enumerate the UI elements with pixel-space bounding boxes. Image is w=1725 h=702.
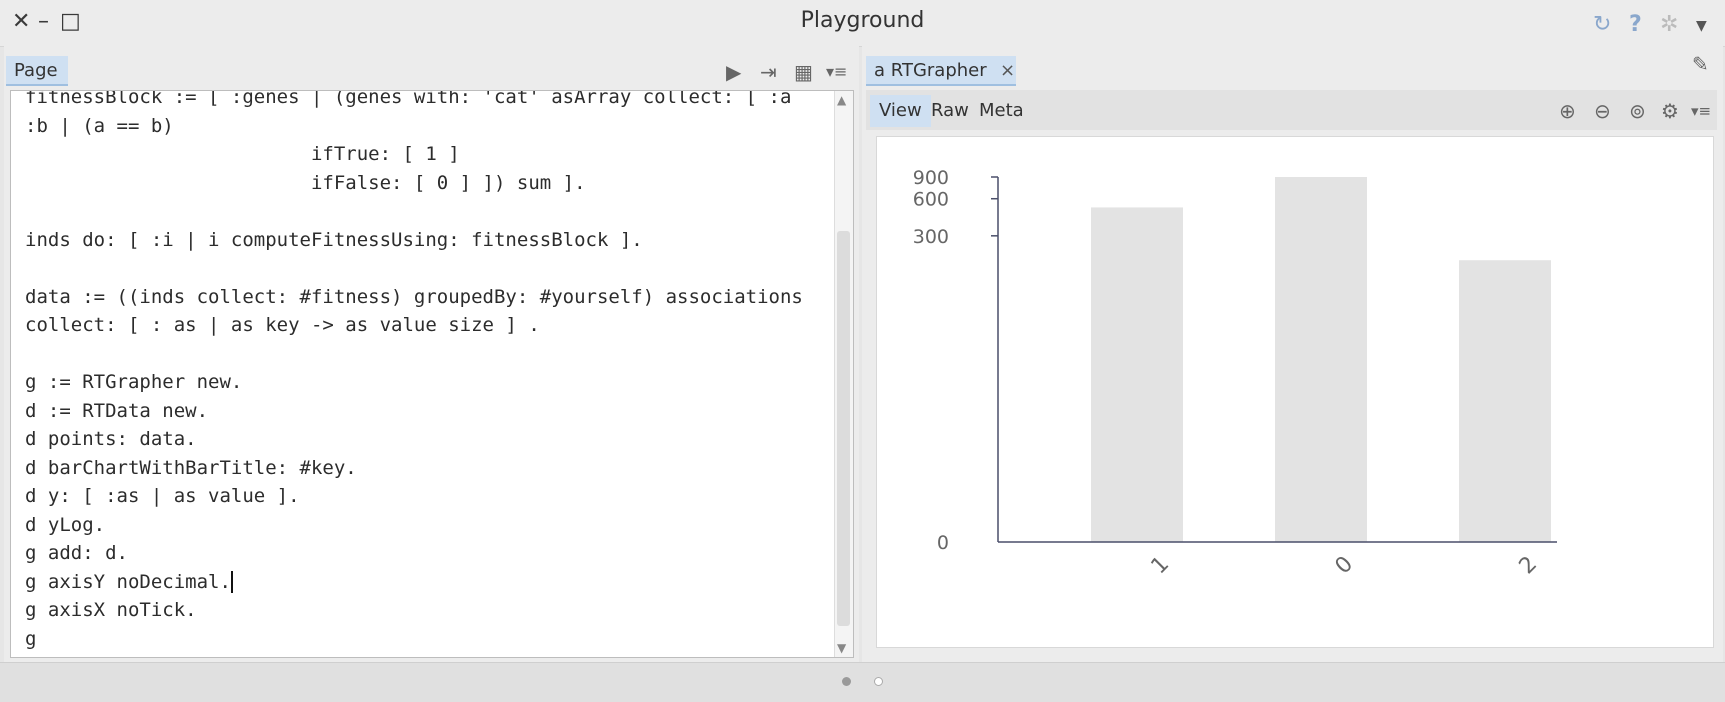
editor-scrollbar[interactable]: ▲ ▼ xyxy=(834,91,853,657)
code-line[interactable]: d yLog. xyxy=(25,514,105,536)
settings-icon[interactable]: ✲ xyxy=(1660,12,1678,37)
tab-page[interactable]: Page xyxy=(6,56,68,86)
pager-dot-active[interactable] xyxy=(842,677,851,686)
y-tick-label: 900 xyxy=(913,167,949,189)
code-line[interactable]: inds do: [ :i | i computeFitnessUsing: f… xyxy=(25,229,643,251)
inspector-pane: a RTGrapher × ✎ View Raw Meta ⊕ ⊖ ⊚ ⚙ ▾≡… xyxy=(862,46,1723,662)
code-line[interactable]: d points: data. xyxy=(25,428,197,450)
title-bar: ✕ – □ Playground ↻ ? ✲ ▼ xyxy=(0,0,1725,47)
status-bar xyxy=(0,662,1725,702)
code-line[interactable]: :b | (a == b) xyxy=(25,115,174,137)
code-line[interactable]: g := RTGrapher new. xyxy=(25,371,242,393)
pager-dot[interactable] xyxy=(874,677,883,686)
zoom-out-icon[interactable]: ⊖ xyxy=(1594,99,1611,123)
subtab-meta[interactable]: Meta xyxy=(970,95,1033,127)
grid-icon[interactable]: ▦ xyxy=(794,60,813,84)
left-tab-strip: Page ▶ ⇥ ▦ ▾≡ xyxy=(4,52,859,86)
subtab-menu-icon[interactable]: ▾≡ xyxy=(1691,102,1711,120)
zoom-in-icon[interactable]: ⊕ xyxy=(1559,99,1576,123)
code-line[interactable]: g axisY noDecimal. xyxy=(25,571,231,593)
code-line[interactable]: data := ((inds collect: #fitness) groupe… xyxy=(25,286,803,308)
help-icon[interactable]: ? xyxy=(1629,12,1642,37)
code-editor[interactable]: fitnessBlock := [ :genes | (genes with: … xyxy=(10,90,854,658)
tab-rtgrapher-label: a RTGrapher xyxy=(874,60,987,81)
playground-pane: Page ▶ ⇥ ▦ ▾≡ fitnessBlock := [ :genes |… xyxy=(4,46,859,662)
tab-rtgrapher[interactable]: a RTGrapher × xyxy=(866,56,1016,86)
code-line[interactable]: collect: [ : as | as key -> as value siz… xyxy=(25,314,540,336)
inspector-subtabs: View Raw Meta ⊕ ⊖ ⊚ ⚙ ▾≡ xyxy=(866,90,1717,130)
run-icon[interactable]: ▶ xyxy=(726,60,741,84)
code-line[interactable]: d y: [ :as | as value ]. xyxy=(25,485,300,507)
y-tick-label: 600 xyxy=(913,189,949,211)
text-caret xyxy=(230,571,233,593)
export-icon[interactable]: ⇥ xyxy=(760,60,777,84)
code-text[interactable]: fitnessBlock := [ :genes | (genes with: … xyxy=(25,91,803,653)
code-line[interactable]: fitnessBlock := [ :genes | (genes with: … xyxy=(25,91,791,108)
code-line[interactable]: ifFalse: [ 0 ] ]) sum ]. xyxy=(25,172,586,194)
close-tab-icon[interactable]: × xyxy=(1000,56,1015,86)
sync-icon[interactable]: ↻ xyxy=(1593,12,1611,37)
code-line[interactable]: d barChartWithBarTitle: #key. xyxy=(25,457,357,479)
code-line[interactable]: ifTrue: [ 1 ] xyxy=(25,143,460,165)
menu-icon[interactable]: ▾≡ xyxy=(826,62,847,81)
x-tick-label: 1 xyxy=(1147,552,1175,580)
window-title: Playground xyxy=(800,8,925,33)
code-line[interactable]: g axisX noTick. xyxy=(25,599,197,621)
code-line[interactable]: g add: d. xyxy=(25,542,128,564)
y-tick-label: 0 xyxy=(937,532,949,554)
bar xyxy=(1275,177,1367,542)
scroll-down-icon[interactable]: ▼ xyxy=(837,641,846,655)
code-line[interactable]: g xyxy=(25,628,36,650)
code-line[interactable]: d := RTData new. xyxy=(25,400,208,422)
bar-chart: 0 300 600900 1 0 2 xyxy=(913,167,1557,580)
zoom-fit-icon[interactable]: ⊚ xyxy=(1629,99,1646,123)
bar xyxy=(1091,207,1183,542)
y-tick-label: 300 xyxy=(913,226,949,248)
edit-icon[interactable]: ✎ xyxy=(1692,52,1709,76)
bar xyxy=(1459,260,1551,542)
scroll-up-icon[interactable]: ▲ xyxy=(837,93,846,107)
chevron-down-icon[interactable]: ▼ xyxy=(1696,18,1707,34)
x-tick-label: 2 xyxy=(1515,552,1543,580)
scroll-thumb[interactable] xyxy=(837,231,850,626)
chart-canvas[interactable]: 0 300 600 900 1 0 2 xyxy=(876,136,1714,648)
x-tick-label: 0 xyxy=(1331,552,1359,580)
tools-icon[interactable]: ⚙ xyxy=(1661,99,1679,123)
